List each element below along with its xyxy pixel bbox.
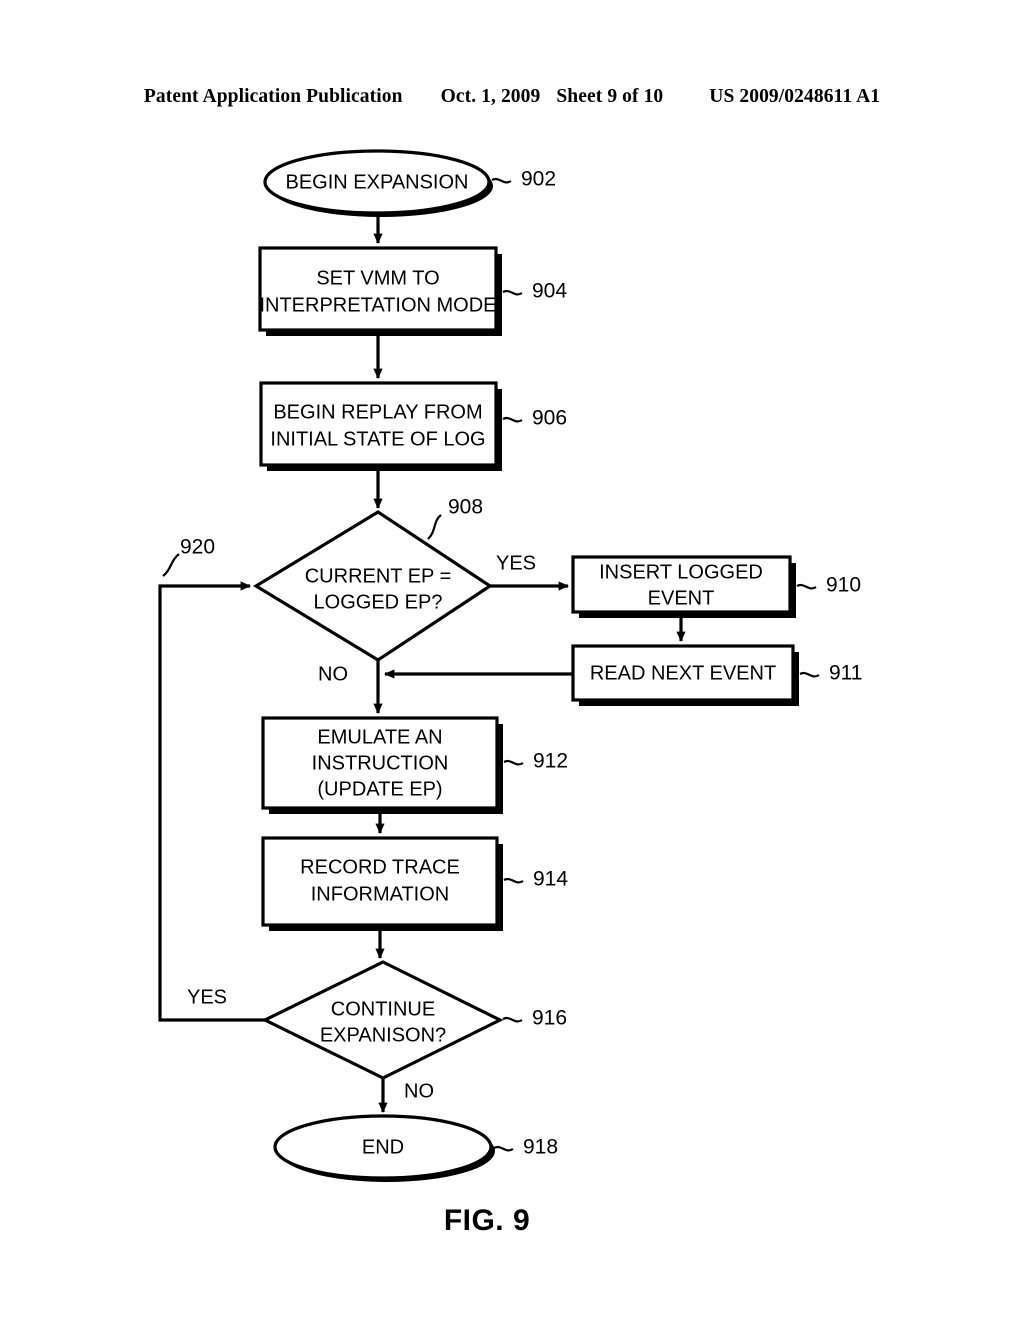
ref-906-label: 906 xyxy=(532,407,567,430)
ref-910: 910 xyxy=(796,574,861,597)
ref-916-label: 916 xyxy=(532,1007,567,1030)
node-904-label-line1: SET VMM TO xyxy=(316,267,439,289)
ref-914: 914 xyxy=(503,868,568,891)
node-912-label-line3: (UPDATE EP) xyxy=(317,778,442,800)
ref-902: 902 xyxy=(491,168,556,191)
figure-caption: FIG. 9 xyxy=(444,1204,530,1237)
node-911-read-next-event: READ NEXT EVENT xyxy=(571,644,799,706)
ref-912: 912 xyxy=(503,750,568,773)
flowchart-figure: BEGIN EXPANSION 902 SET VMM TO INTERPRET… xyxy=(0,0,1024,1320)
edge-label-916-yes: YES xyxy=(187,986,227,1008)
node-904-set-vmm-interpretation-mode: SET VMM TO INTERPRETATION MODE xyxy=(258,246,502,336)
node-910-label-line1: INSERT LOGGED xyxy=(599,561,763,583)
node-912-emulate-instruction: EMULATE AN INSTRUCTION (UPDATE EP) xyxy=(261,716,503,814)
node-916-continue-expansion: CONTINUE EXPANISON? xyxy=(261,960,504,1080)
ref-920-label: 920 xyxy=(180,536,215,559)
node-908-label-line2: LOGGED EP? xyxy=(314,591,443,613)
node-910-label-line2: EVENT xyxy=(648,587,715,609)
ref-904-label: 904 xyxy=(532,280,567,303)
ref-904: 904 xyxy=(502,280,567,303)
node-910-insert-logged-event: INSERT LOGGED EVENT xyxy=(571,555,796,618)
edge-label-916-no: NO xyxy=(404,1080,434,1102)
node-914-label-line2: INFORMATION xyxy=(311,883,450,905)
ref-910-label: 910 xyxy=(826,574,861,597)
node-904-label-line2: INTERPRETATION MODE xyxy=(259,294,496,316)
node-918-label: END xyxy=(362,1136,404,1158)
node-908-label-line1: CURRENT EP = xyxy=(305,565,452,587)
edge-label-908-yes: YES xyxy=(496,552,536,574)
ref-912-label: 912 xyxy=(533,750,568,773)
ref-908: 908 xyxy=(427,496,483,540)
node-912-label-line1: EMULATE AN xyxy=(317,726,442,748)
node-916-label-line1: CONTINUE xyxy=(331,998,435,1020)
ref-911-label: 911 xyxy=(829,662,862,685)
patent-page: Patent Application Publication Oct. 1, 2… xyxy=(0,0,1024,1320)
node-906-label-line2: INITIAL STATE OF LOG xyxy=(270,428,485,450)
ref-902-label: 902 xyxy=(521,168,556,191)
edge-label-908-no: NO xyxy=(318,663,348,685)
node-906-begin-replay: BEGIN REPLAY FROM INITIAL STATE OF LOG xyxy=(259,381,502,471)
node-914-label-line1: RECORD TRACE xyxy=(300,856,460,878)
node-916-label-line2: EXPANISON? xyxy=(320,1024,446,1046)
ref-911: 911 xyxy=(799,662,862,685)
ref-920: 920 xyxy=(162,536,215,577)
node-902-begin-expansion: BEGIN EXPANSION xyxy=(263,149,493,217)
node-911-label-line1: READ NEXT EVENT xyxy=(590,662,776,684)
node-914-record-trace-information: RECORD TRACE INFORMATION xyxy=(261,836,503,931)
node-902-label: BEGIN EXPANSION xyxy=(285,171,468,193)
ref-918-label: 918 xyxy=(523,1136,558,1159)
node-918-end: END xyxy=(273,1114,495,1182)
ref-906: 906 xyxy=(502,407,567,430)
ref-908-label: 908 xyxy=(448,496,483,519)
ref-918: 918 xyxy=(493,1136,558,1159)
node-912-label-line2: INSTRUCTION xyxy=(312,752,449,774)
node-906-label-line1: BEGIN REPLAY FROM xyxy=(273,401,482,423)
ref-914-label: 914 xyxy=(533,868,568,891)
node-908-current-ep-equals-logged-ep: CURRENT EP = LOGGED EP? xyxy=(252,510,493,662)
connector-916-908-loop-yes xyxy=(158,581,265,1022)
ref-916: 916 xyxy=(502,1007,567,1030)
